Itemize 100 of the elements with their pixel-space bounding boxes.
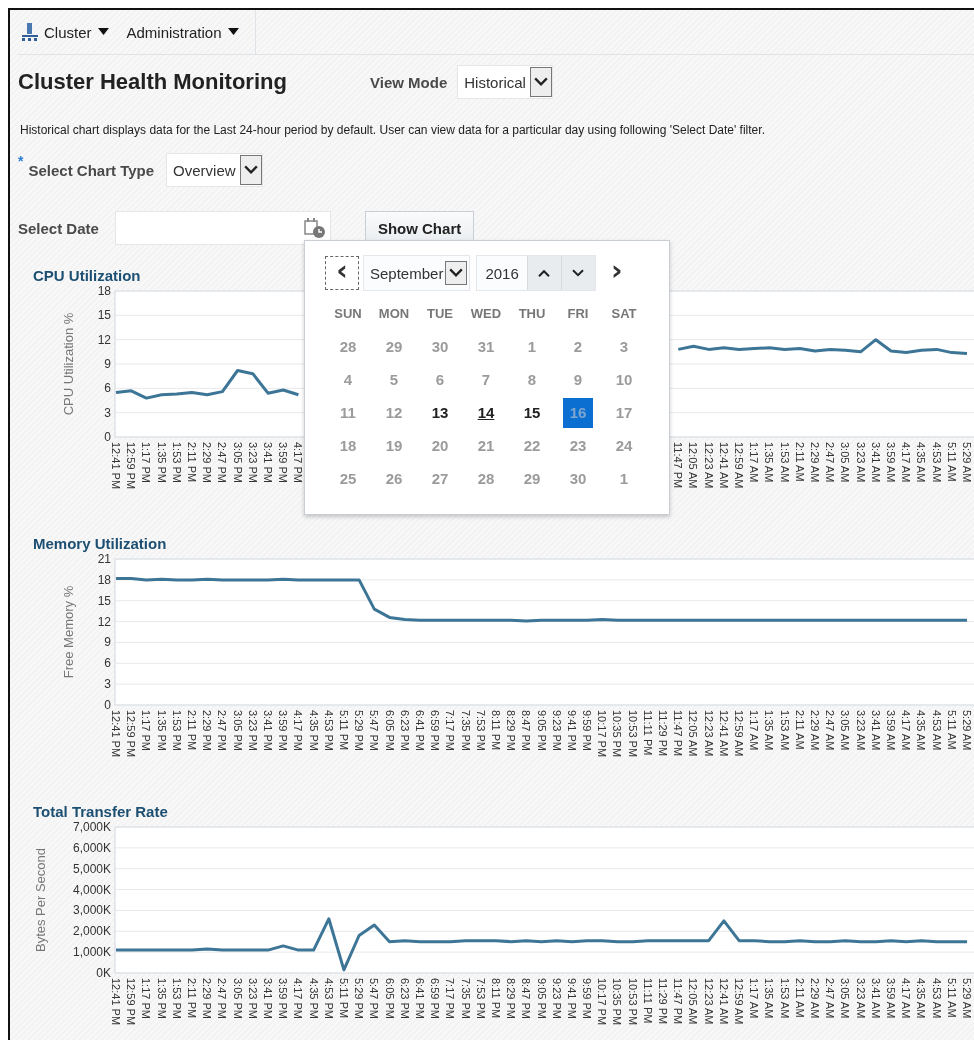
axis-label: 11:47 PM — [672, 978, 685, 1025]
chart-type-select[interactable]: Overview — [166, 153, 263, 187]
axis-label: 3 — [104, 677, 111, 692]
calendar-day[interactable]: 13 — [425, 397, 455, 428]
weekday-label: FRI — [567, 306, 589, 321]
axis-label: 11:11 PM — [641, 710, 654, 756]
date-field[interactable] — [114, 211, 331, 245]
axis-label: 9:41 PM — [565, 710, 578, 751]
axis-label: 9 — [104, 635, 111, 650]
axis-label: 4:53 AM — [930, 442, 943, 483]
axis-label: 5:11 AM — [945, 710, 958, 750]
axis-label: 5:47 PM — [368, 978, 381, 1019]
axis-label: 3:05 PM — [231, 710, 244, 751]
axis-label: 9:59 PM — [581, 710, 594, 751]
weekday-label: MON — [378, 306, 410, 321]
axis-label: 3:41 AM — [869, 710, 882, 751]
calendar-day[interactable]: 29 — [517, 463, 547, 494]
axis-label: 8:47 PM — [520, 978, 533, 1019]
axis-label: 1:35 AM — [763, 710, 776, 751]
axis-label: 11:11 PM — [641, 978, 654, 1024]
axis-label: 6,000K — [72, 840, 111, 855]
axis-label: 9:23 PM — [550, 978, 563, 1019]
calendar-day[interactable]: 3 — [609, 331, 639, 362]
axis-label: 6:05 PM — [383, 978, 396, 1019]
calendar-day[interactable]: 26 — [379, 463, 409, 494]
axis-label: 10:17 PM — [596, 710, 609, 758]
axis-label: 1:17 AM — [748, 978, 761, 1019]
axis-label: 1,000K — [72, 945, 111, 960]
axis-label: 9:41 PM — [565, 978, 578, 1019]
axis-label: 5:11 PM — [337, 710, 350, 751]
calendar-day[interactable]: 1 — [517, 331, 547, 362]
axis-label: 1:35 PM — [155, 442, 168, 483]
calendar-day[interactable]: 20 — [425, 430, 455, 461]
calendar-day[interactable]: 8 — [517, 364, 547, 395]
calendar-day[interactable]: 23 — [563, 430, 593, 461]
calendar-day[interactable]: 27 — [425, 463, 455, 494]
axis-label: 3:41 AM — [869, 442, 882, 483]
calendar-day[interactable]: 1 — [609, 463, 639, 494]
axis-label: 18 — [97, 572, 111, 587]
calendar-day[interactable]: 28 — [333, 331, 363, 362]
month-select[interactable]: September — [363, 255, 471, 291]
calendar-day[interactable]: 2 — [563, 331, 593, 362]
calendar-day[interactable]: 29 — [379, 331, 409, 362]
axis-label: 12:05 AM — [687, 710, 700, 757]
axis-label: 12:41 PM — [110, 710, 122, 758]
axis-label: 1:17 PM — [140, 710, 153, 751]
axis-label: 12:59 PM — [125, 978, 138, 1026]
axis-label: 3:05 AM — [839, 710, 852, 751]
calendar-day[interactable]: 9 — [563, 364, 593, 395]
calendar-day[interactable]: 10 — [609, 364, 639, 395]
calendar-day[interactable]: 16 — [563, 397, 593, 428]
calendar-day[interactable]: 17 — [609, 397, 639, 428]
axis-label: 9:59 PM — [581, 978, 594, 1019]
view-mode-select[interactable]: Historical — [457, 65, 553, 99]
calendar-day[interactable]: 14 — [471, 397, 501, 428]
calendar-day[interactable]: 18 — [333, 430, 363, 461]
axis-label: 3:41 PM — [261, 978, 274, 1019]
page-title: Cluster Health Monitoring — [18, 69, 288, 95]
calendar-day[interactable]: 28 — [471, 463, 501, 494]
axis-label: 0 — [104, 698, 111, 712]
calendar-day[interactable]: 31 — [471, 331, 501, 362]
calendar-day[interactable]: 6 — [425, 364, 455, 395]
previous-month-button[interactable]: ‹ — [325, 256, 359, 290]
calendar-day[interactable]: 21 — [471, 430, 501, 461]
axis-label: 1:53 PM — [170, 710, 183, 751]
axis-label: 1:17 AM — [748, 710, 761, 751]
calendar-day[interactable]: 5 — [379, 364, 409, 395]
year-field[interactable]: 2016 — [476, 255, 596, 291]
menu-item[interactable]: Administration — [126, 23, 239, 41]
axis-label: 3 — [104, 405, 111, 420]
increment-button[interactable] — [526, 256, 561, 290]
axis-label: 5:29 AM — [961, 710, 973, 751]
calendar-day[interactable]: 15 — [517, 397, 547, 428]
weekday-label: SAT — [611, 306, 637, 321]
axis-label: 2:29 PM — [201, 978, 214, 1019]
calendar-day[interactable]: 11 — [333, 397, 363, 428]
calendar-day[interactable]: 7 — [471, 364, 501, 395]
axis-label: 1:53 AM — [778, 442, 791, 483]
calendar-day[interactable]: 24 — [609, 430, 639, 461]
axis-label: 10:17 PM — [596, 978, 609, 1026]
calendar-day[interactable]: 4 — [333, 364, 363, 395]
weekday-label: THU — [518, 306, 546, 321]
axis-label: 12:59 PM — [125, 710, 138, 758]
menu-item[interactable]: Cluster — [22, 23, 109, 41]
axis-title: Bytes Per Second — [33, 847, 48, 953]
decrement-button[interactable] — [560, 256, 595, 290]
chevron-down-icon — [449, 268, 464, 278]
calendar-day[interactable]: 25 — [333, 463, 363, 494]
next-month-button[interactable]: › — [599, 256, 634, 290]
axis-label: 4:17 AM — [900, 710, 913, 751]
calendar-day[interactable]: 22 — [517, 430, 547, 461]
calendar-day[interactable]: 30 — [563, 463, 593, 494]
axis-label: 5:11 AM — [945, 442, 958, 482]
calendar-day[interactable]: 12 — [379, 397, 409, 428]
axis-label: 4:17 PM — [292, 442, 305, 483]
axis-label: 6 — [104, 656, 111, 671]
calendar-day[interactable]: 30 — [425, 331, 455, 362]
axis-label: 11:47 PM — [672, 710, 685, 757]
calendar-icon — [303, 218, 326, 238]
calendar-day[interactable]: 19 — [379, 430, 409, 461]
